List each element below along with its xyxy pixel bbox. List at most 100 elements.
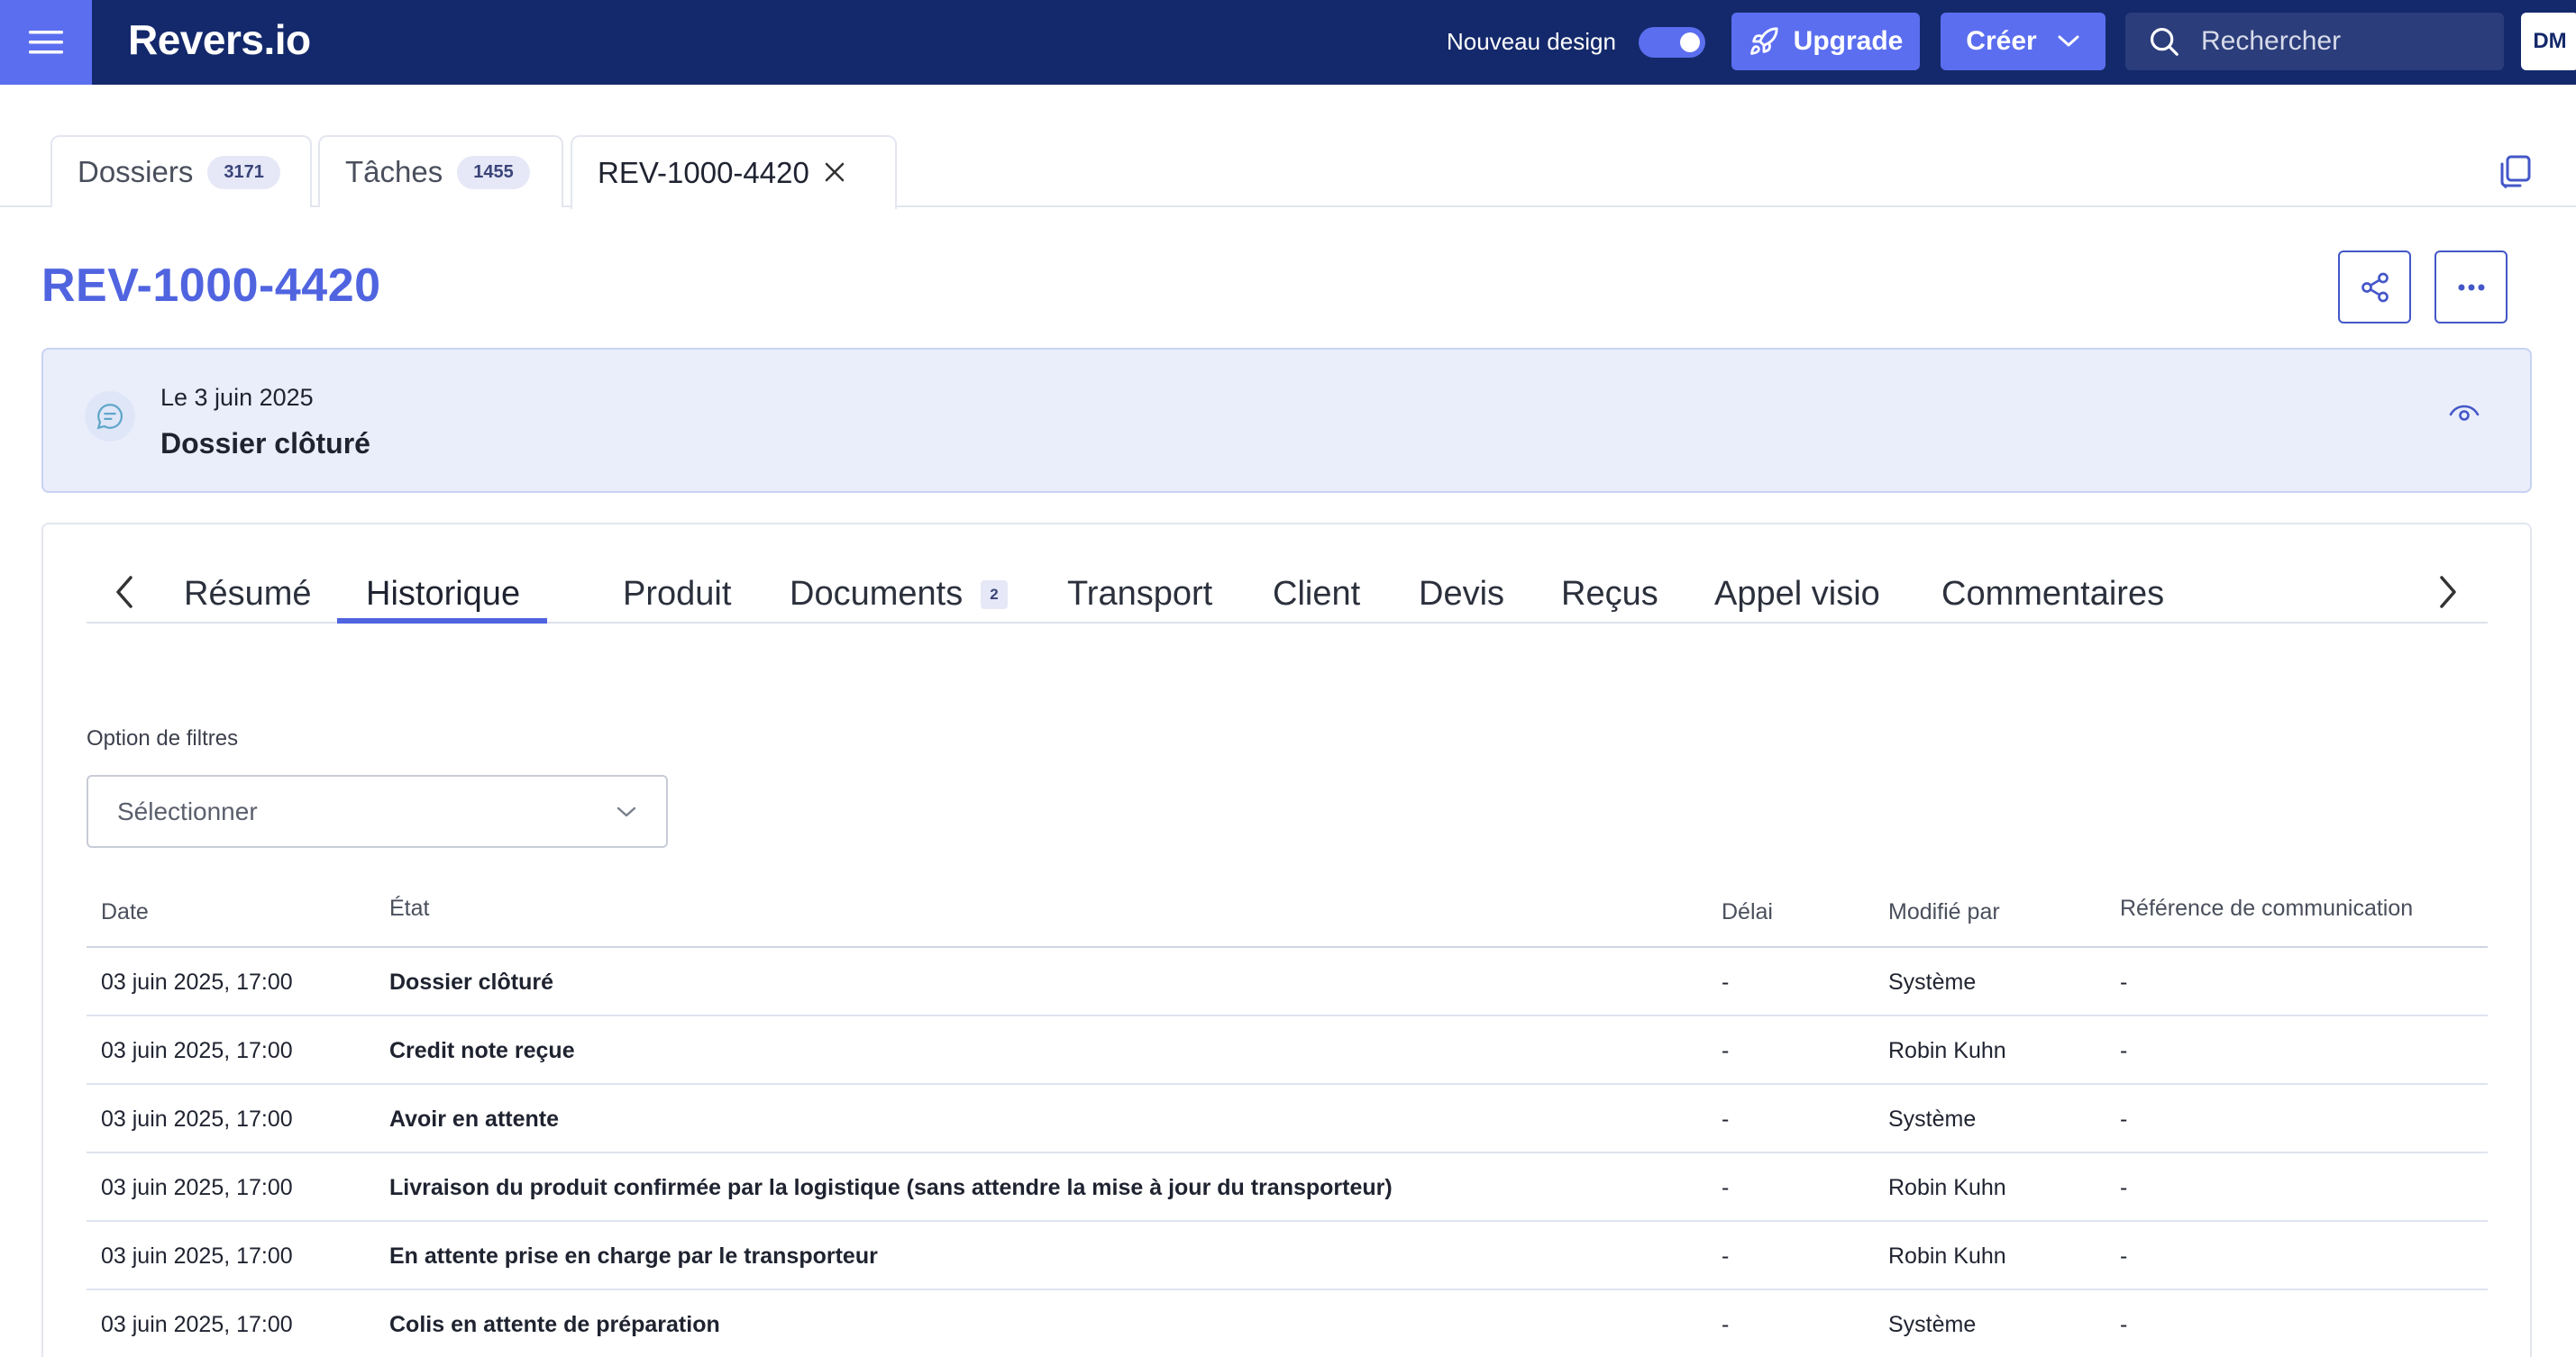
chevron-right-icon xyxy=(2440,576,2456,608)
page-title: REV-1000-4420 xyxy=(41,260,381,312)
table-row: 03 juin 2025, 17:00 En attente prise en c… xyxy=(87,1222,2488,1290)
header-reference: Référence de communication xyxy=(2120,896,2414,921)
cell-reference: - xyxy=(2120,970,2128,995)
more-options-button[interactable] xyxy=(2434,250,2507,323)
cell-etat: En attente prise en charge par le transp… xyxy=(389,1243,878,1269)
share-button[interactable] xyxy=(2338,250,2411,323)
copy-icon xyxy=(2500,155,2531,188)
more-icon xyxy=(2458,284,2484,290)
tab-taches[interactable]: Tâches 1455 xyxy=(318,135,563,207)
cell-delai: - xyxy=(1722,1243,1730,1269)
cell-date: 03 juin 2025, 17:00 xyxy=(101,1243,293,1269)
table-header: Date État Délai Modifié par Référence de… xyxy=(87,869,2488,948)
tab-appel-visio-label: Appel visio xyxy=(1714,575,1880,613)
taches-count-badge: 1455 xyxy=(457,155,530,189)
tab-client[interactable]: Client xyxy=(1273,560,1360,624)
tab-rev-case-label: REV-1000-4420 xyxy=(598,156,809,189)
cell-reference: - xyxy=(2120,1312,2128,1337)
header-etat: État xyxy=(389,896,430,921)
tab-recus[interactable]: Reçus xyxy=(1561,560,1658,624)
tab-resume-label: Résumé xyxy=(184,575,312,613)
filter-select[interactable]: Sélectionner xyxy=(87,775,668,848)
tab-devis-label: Devis xyxy=(1419,575,1505,613)
table-row: 03 juin 2025, 17:00 Credit note reçue - Rob… xyxy=(87,1016,2488,1085)
cell-modifie-par: Robin Kuhn xyxy=(1888,1175,2006,1200)
chevron-down-icon xyxy=(617,806,636,816)
eye-icon xyxy=(2449,405,2480,421)
cell-etat: Credit note reçue xyxy=(389,1038,575,1063)
cell-delai: - xyxy=(1722,1038,1730,1063)
new-design-label: Nouveau design xyxy=(1447,28,1616,55)
cell-reference: - xyxy=(2120,1175,2128,1200)
dossiers-count-badge: 3171 xyxy=(207,155,280,189)
cell-date: 03 juin 2025, 17:00 xyxy=(101,1038,293,1063)
cell-modifie-par: Système xyxy=(1888,1312,1977,1337)
close-tab-button[interactable] xyxy=(824,156,845,190)
tab-documents[interactable]: Documents 2 xyxy=(790,560,1008,624)
header-delai: Délai xyxy=(1722,899,1773,924)
table-body: 03 juin 2025, 17:00 Dossier clôturé - Systè… xyxy=(87,948,2488,1357)
tab-client-label: Client xyxy=(1273,575,1361,613)
share-icon xyxy=(2361,272,2389,302)
tab-produit[interactable]: Produit xyxy=(623,560,731,624)
user-avatar[interactable]: DM xyxy=(2521,13,2576,70)
section-tabs: Résumé Historique Produit Documents 2 Tr… xyxy=(87,560,2488,624)
rocket-icon xyxy=(1749,27,1778,55)
copy-button[interactable] xyxy=(2497,153,2533,189)
table-row: 03 juin 2025, 17:00 Dossier clôturé - Systè… xyxy=(87,948,2488,1016)
create-button[interactable]: Créer xyxy=(1941,13,2106,70)
create-label: Créer xyxy=(1966,26,2037,56)
table-row: 03 juin 2025, 17:00 Colis en attente de p… xyxy=(87,1290,2488,1357)
cell-reference: - xyxy=(2120,1243,2128,1269)
cell-modifie-par: Robin Kuhn xyxy=(1888,1243,2006,1269)
upgrade-label: Upgrade xyxy=(1793,26,1904,56)
cell-etat: Dossier clôturé xyxy=(389,970,554,995)
tab-dossiers-label: Dossiers xyxy=(78,155,194,188)
cell-delai: - xyxy=(1722,1175,1730,1200)
close-icon xyxy=(825,162,845,182)
tab-commentaires[interactable]: Commentaires xyxy=(1941,560,2164,624)
cell-delai: - xyxy=(1722,1107,1730,1132)
filter-label: Option de filtres xyxy=(87,726,239,751)
tab-transport[interactable]: Transport xyxy=(1067,560,1212,624)
chevron-left-icon xyxy=(116,576,132,608)
hamburger-menu-button[interactable] xyxy=(0,0,92,85)
app-logo[interactable]: Revers.io xyxy=(128,13,311,67)
upgrade-button[interactable]: Upgrade xyxy=(1731,13,1920,70)
banner-status: Dossier clôturé xyxy=(160,427,370,460)
cell-etat: Livraison du produit confirmée par la lo… xyxy=(389,1175,1393,1200)
table-row: 03 juin 2025, 17:00 Avoir en attente - Syst… xyxy=(87,1085,2488,1153)
history-table: Date État Délai Modifié par Référence de… xyxy=(87,869,2488,1357)
cell-modifie-par: Système xyxy=(1888,1107,1977,1132)
tab-dossiers[interactable]: Dossiers 3171 xyxy=(50,135,312,207)
documents-count-badge: 2 xyxy=(981,580,1008,609)
new-design-toggle[interactable] xyxy=(1639,27,1705,58)
tabs-scroll-left-button[interactable] xyxy=(106,569,142,615)
search-icon xyxy=(2150,27,2179,56)
search-bar[interactable] xyxy=(2125,13,2504,70)
tab-rev-case[interactable]: REV-1000-4420 xyxy=(571,135,897,209)
cell-date: 03 juin 2025, 17:00 xyxy=(101,970,293,995)
cell-date: 03 juin 2025, 17:00 xyxy=(101,1312,293,1337)
tab-historique[interactable]: Historique xyxy=(337,560,548,624)
view-button[interactable] xyxy=(2447,400,2481,432)
tab-resume[interactable]: Résumé xyxy=(184,560,312,624)
cell-reference: - xyxy=(2120,1107,2128,1132)
cell-reference: - xyxy=(2120,1038,2128,1063)
chat-icon-wrapper xyxy=(85,391,135,442)
hamburger-icon xyxy=(29,31,63,54)
header-date: Date xyxy=(101,899,149,924)
top-navbar: Revers.io Nouveau design Upgrade Créer D… xyxy=(0,0,2576,85)
chevron-down-icon xyxy=(2058,35,2079,47)
tab-transport-label: Transport xyxy=(1067,575,1213,613)
search-input[interactable] xyxy=(2201,26,2471,57)
tab-devis[interactable]: Devis xyxy=(1419,560,1504,624)
cell-modifie-par: Système xyxy=(1888,970,1977,995)
tabs-scroll-right-button[interactable] xyxy=(2430,569,2466,615)
tab-historique-label: Historique xyxy=(366,575,521,613)
tab-appel-visio[interactable]: Appel visio xyxy=(1714,560,1880,624)
chat-icon xyxy=(96,404,123,430)
tab-taches-label: Tâches xyxy=(345,155,443,188)
filter-select-value: Sélectionner xyxy=(117,797,258,825)
tab-documents-label: Documents xyxy=(790,575,964,613)
